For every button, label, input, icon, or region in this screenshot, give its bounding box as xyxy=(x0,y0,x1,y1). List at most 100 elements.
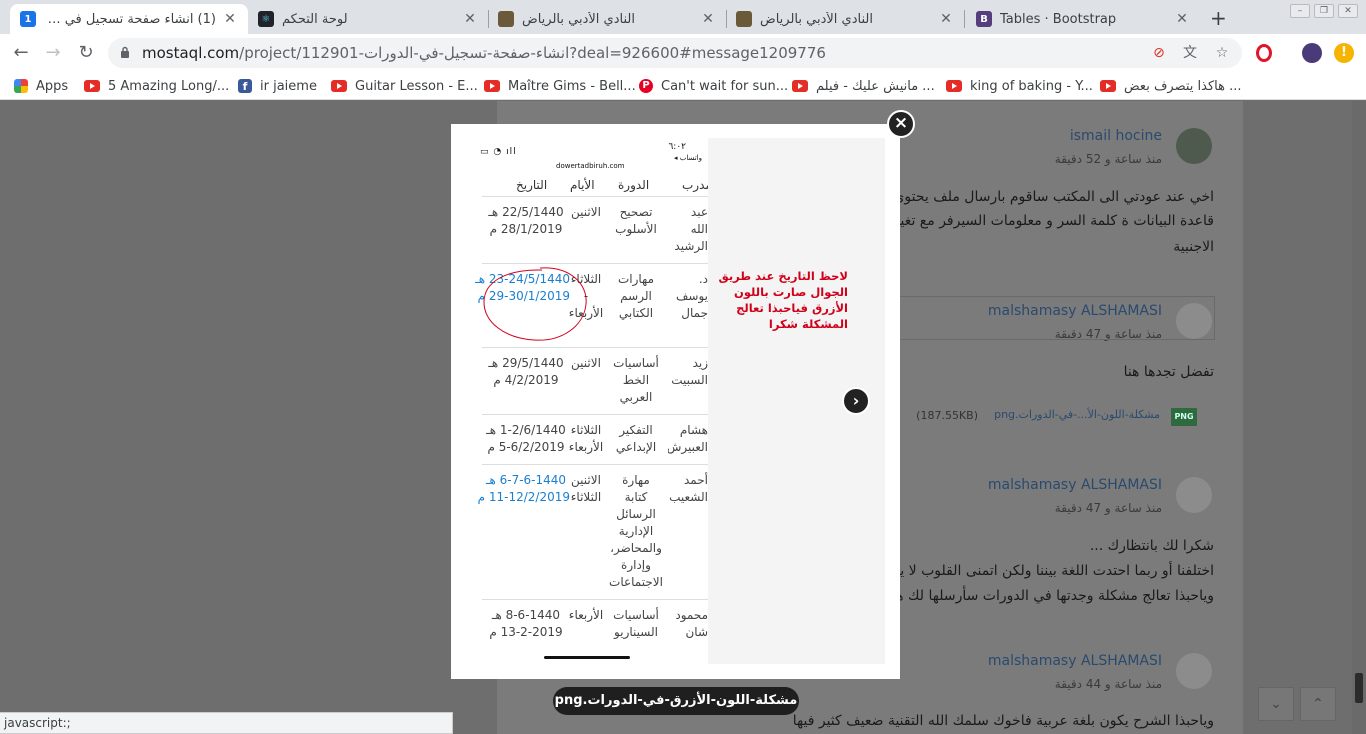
page-scrollbar[interactable] xyxy=(1352,101,1366,734)
table-cell-text: الرسائل xyxy=(616,507,656,521)
table-cell-text: الثلاثاء xyxy=(570,490,602,504)
bookmark-item[interactable]: Maître Gims - Bell... xyxy=(484,77,636,95)
translate-icon[interactable]: 文 xyxy=(1182,45,1198,61)
attachment-name[interactable]: مشكلة-اللون-الأ...-في-الدورات.png xyxy=(994,408,1160,421)
bookmark-item[interactable]: king of baking - Y... xyxy=(946,77,1093,95)
phone-back-label: ◂ واتساب xyxy=(674,154,702,162)
message-line: الاجنبية xyxy=(1173,239,1214,255)
scroll-down-button[interactable]: ⌄ xyxy=(1258,687,1294,721)
close-tab-icon[interactable]: ✕ xyxy=(222,11,238,27)
mostaql-favicon-icon: 1 xyxy=(20,11,36,27)
scrollbar-thumb[interactable] xyxy=(1355,673,1363,703)
pencil-avatar-icon[interactable] xyxy=(1176,653,1212,689)
table-row-divider xyxy=(482,464,708,465)
bookmark-item[interactable]: مانيش عليك - فيلم ... xyxy=(792,77,935,95)
phone-home-indicator xyxy=(544,656,630,659)
table-cell-text: الأربعاء xyxy=(568,440,604,454)
tab-literary-club-1[interactable]: النادي الأدبي بالرياض ✕ xyxy=(488,4,726,34)
url-text: mostaql.com/project/112901-انشاء-صفحة-تس… xyxy=(142,44,826,62)
bookmark-item[interactable]: هاكذا يتصرف بعض ... xyxy=(1100,77,1242,95)
message-time: منذ ساعة و 52 دقيقة xyxy=(1054,152,1162,166)
bookmark-item[interactable]: f ir jaieme xyxy=(238,77,317,95)
address-bar[interactable]: mostaql.com/project/112901-انشاء-صفحة-تس… xyxy=(108,38,1242,68)
table-cell-course: مهارة كتابة الرسائل الإدارية والمحاضر، وإدارة… xyxy=(608,472,664,591)
back-arrow-icon[interactable]: ← xyxy=(9,41,33,65)
table-cell-text: مهارات xyxy=(617,272,655,286)
youtube-icon xyxy=(484,80,500,92)
close-lightbox-button[interactable]: × xyxy=(887,110,915,138)
close-tab-icon[interactable]: ✕ xyxy=(700,11,716,27)
table-cell-days: الاثنين xyxy=(562,355,610,372)
scroll-up-button[interactable]: ⌃ xyxy=(1300,687,1336,721)
bookmark-item[interactable]: P Can't wait for sun... xyxy=(639,77,788,95)
phone-site-url: dowertadbiruh.com xyxy=(556,162,625,170)
bookmark-item[interactable]: 5 Amazing Long/... xyxy=(84,77,229,95)
forward-arrow-icon[interactable]: → xyxy=(41,41,65,65)
table-cell-text: كتابة xyxy=(624,490,648,504)
table-cell-text: زيد xyxy=(692,356,708,370)
avatar[interactable] xyxy=(1176,128,1212,164)
message-line: شكرا لك بانتظارك ... xyxy=(1089,538,1214,554)
bookmark-apps[interactable]: Apps xyxy=(14,77,68,95)
table-header: الدورة xyxy=(618,178,650,192)
close-tab-icon[interactable]: ✕ xyxy=(462,11,478,27)
table-cell-course: التفكير الإبداعي xyxy=(608,422,664,456)
message-author[interactable]: malshamasy ALSHAMASI xyxy=(988,653,1162,669)
new-tab-button[interactable]: + xyxy=(1210,6,1227,30)
message-author[interactable]: ismail hocine xyxy=(1070,128,1162,144)
url-path: /project/112901-انشاء-صفحة-تسجيل-في-الدو… xyxy=(239,44,826,62)
youtube-icon xyxy=(84,80,100,92)
tab-title: النادي الأدبي بالرياض xyxy=(522,11,635,27)
tab-dashboard[interactable]: ⚛ لوحة التحكم ✕ xyxy=(248,4,488,34)
bookmark-label: Apps xyxy=(36,78,69,94)
table-cell-text: 4/2/2019 م xyxy=(493,373,559,387)
tab-literary-club-2[interactable]: النادي الأدبي بالرياض ✕ xyxy=(726,4,964,34)
table-cell-text: 1-2/6/1440 هـ xyxy=(486,423,566,437)
tab-bootstrap[interactable]: B Tables · Bootstrap ✕ xyxy=(966,4,1200,34)
link-status-bar: javascript:; xyxy=(0,712,453,734)
table-cell-days: الاثنين xyxy=(562,204,610,221)
minimize-window-button[interactable]: – xyxy=(1290,4,1310,18)
bookmark-star-icon[interactable]: ☆ xyxy=(1214,45,1230,61)
profile-avatar[interactable] xyxy=(1302,43,1322,63)
phone-screenshot: ▭ ◔ ıll ٦:٠٢ ◂ واتساب dowertadbiruh.com … xyxy=(466,138,708,664)
blocked-popup-icon[interactable]: ⊘ xyxy=(1151,45,1167,61)
table-cell-text: الاثنين xyxy=(571,205,601,219)
table-cell-text: وإدارة xyxy=(621,558,651,572)
bookmark-item[interactable]: Guitar Lesson - E... xyxy=(331,77,478,95)
message-line: وياحبذا تعالج مشكلة وجدتها في الدورات سأ… xyxy=(887,588,1214,604)
battery-wifi-signal-icon: ▭ ◔ ıll xyxy=(480,147,517,157)
table-cell-text: السيناريو xyxy=(614,625,658,639)
message-author[interactable]: malshamasy ALSHAMASI xyxy=(988,477,1162,493)
table-cell-text: الأسلوب xyxy=(615,222,657,236)
message-line: وياحبذا الشرح يكون بلغة عربية فاخوك سلمك… xyxy=(792,713,1214,729)
table-cell-text: مهارة xyxy=(622,473,650,487)
reload-icon[interactable]: ↻ xyxy=(74,41,98,65)
table-cell-text: 8-6-1440 هـ xyxy=(491,608,561,622)
table-cell-text: الرشيد xyxy=(674,239,708,253)
table-cell-text: الله xyxy=(690,222,708,236)
attachment-box[interactable] xyxy=(899,296,1215,340)
next-image-button[interactable]: › xyxy=(842,387,870,415)
opera-extension-icon[interactable] xyxy=(1256,44,1272,62)
table-cell-days: الأربعاء xyxy=(562,607,610,624)
message-line: قاعدة البيانات ة كلمة السر و معلومات الس… xyxy=(872,213,1214,229)
tab-title: لوحة التحكم xyxy=(282,11,348,27)
table-cell-text: أساسيات xyxy=(613,608,659,622)
png-file-icon: PNG xyxy=(1171,408,1197,426)
update-alert-icon[interactable]: ! xyxy=(1334,43,1354,63)
tab-separator xyxy=(964,10,965,28)
restore-window-button[interactable]: ❐ xyxy=(1314,4,1334,18)
close-tab-icon[interactable]: ✕ xyxy=(1174,11,1190,27)
youtube-icon xyxy=(331,80,347,92)
message-time: منذ ساعة و 47 دقيقة xyxy=(1054,501,1162,515)
tab-mostaql[interactable]: 1 (1) انشاء صفحة تسجيل في الدو ✕ xyxy=(10,4,248,34)
table-cell-trainer: أحمد الشعيب xyxy=(668,472,708,506)
pencil-avatar-icon[interactable] xyxy=(1176,477,1212,513)
close-window-button[interactable]: ✕ xyxy=(1338,4,1358,18)
apps-grid-icon xyxy=(14,79,28,93)
image-caption: مشكلة-اللون-الأزرق-في-الدورات.png xyxy=(553,687,799,715)
close-tab-icon[interactable]: ✕ xyxy=(938,11,954,27)
table-header: الأيام xyxy=(570,178,595,192)
table-cell-trainer: زيد السبيت xyxy=(668,355,708,389)
